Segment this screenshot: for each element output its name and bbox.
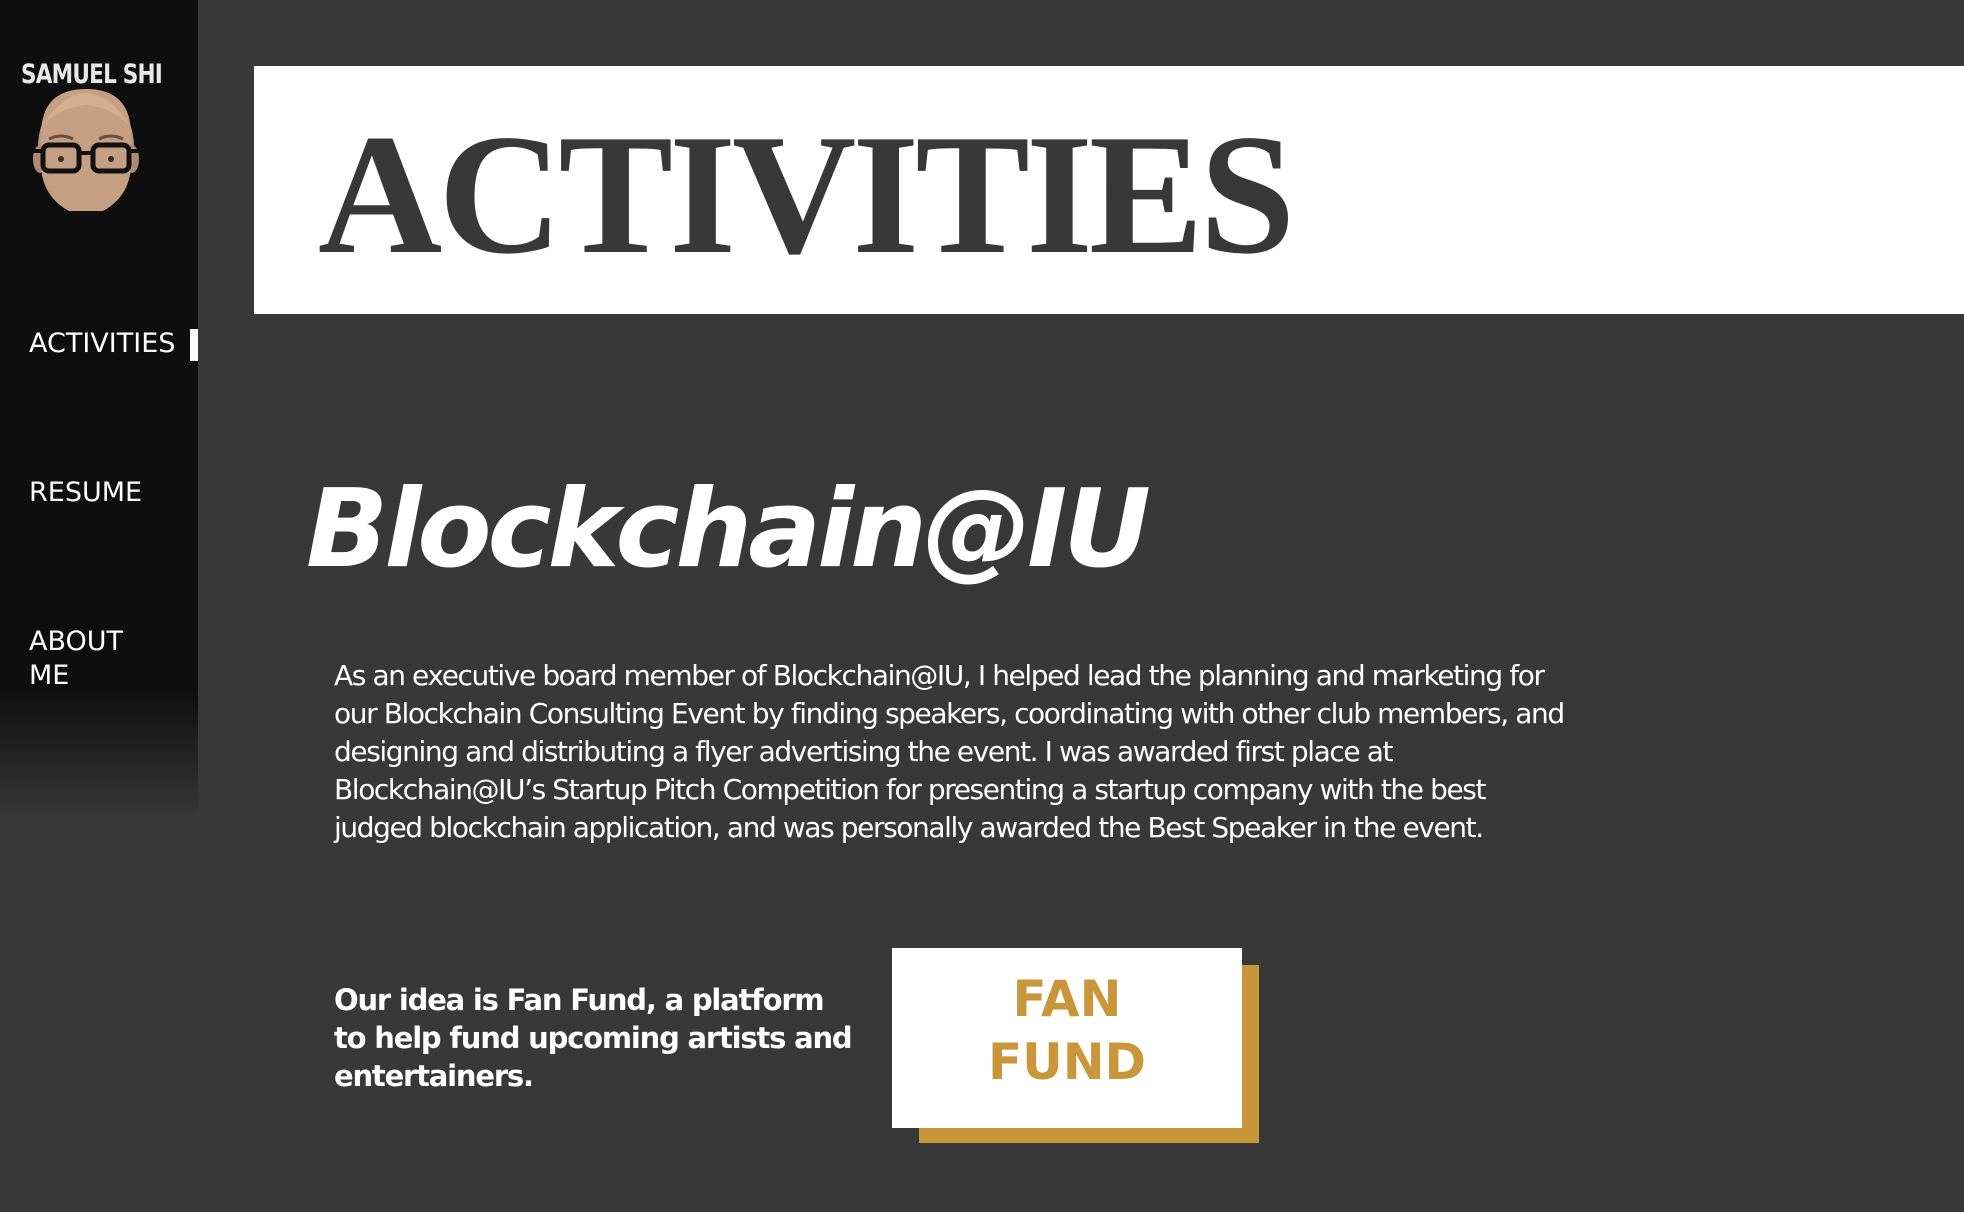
nav-item-about-me[interactable]: ABOUT ME [29, 625, 149, 693]
avatar-icon [33, 89, 139, 211]
nav-item-resume[interactable]: RESUME [29, 476, 142, 510]
page-title: ACTIVITIES [318, 100, 1295, 290]
fan-fund-logo: FAN FUND [892, 948, 1242, 1128]
fan-fund-logo-text: FAN FUND [892, 968, 1242, 1094]
sidebar: SAMUEL SHI ACTIVITIES RESUME ABOUT ME [0, 0, 198, 820]
section-title: Blockchain@IU [306, 467, 1151, 592]
nav-active-indicator [190, 329, 198, 361]
page: SAMUEL SHI ACTIVITIES RESUME ABOUT ME AC… [0, 0, 1964, 1212]
nav-item-activities[interactable]: ACTIVITIES [29, 327, 175, 361]
brand-logo[interactable]: SAMUEL SHI [21, 55, 181, 215]
page-header-banner: ACTIVITIES [254, 66, 1964, 314]
section-description: As an executive board member of Blockcha… [334, 659, 1565, 844]
logo-line-2: FUND [987, 1033, 1147, 1091]
idea-text: Our idea is Fan Fund, a platform to help… [334, 983, 853, 1093]
logo-line-1: FAN [1012, 970, 1122, 1028]
